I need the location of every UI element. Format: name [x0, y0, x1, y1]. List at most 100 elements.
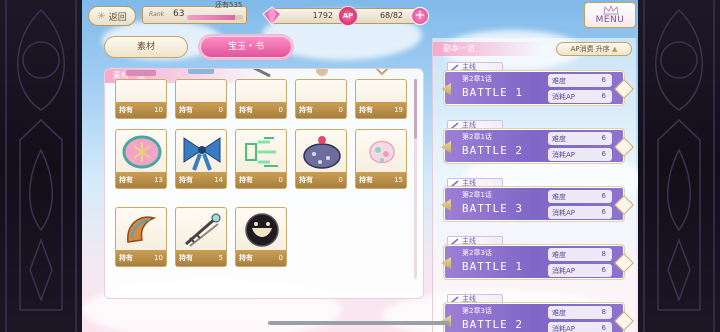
difficulty-label: 难度 — [552, 251, 566, 259]
material-item[interactable]: 持有 15 — [355, 129, 407, 189]
owned-count: 14 — [214, 176, 223, 184]
owned-label: 持有 — [359, 176, 373, 184]
material-icon — [188, 69, 214, 74]
owned-label: 持有 — [119, 106, 133, 114]
material-item[interactable]: 持有 10 — [115, 207, 167, 267]
card-ornament — [441, 141, 451, 153]
material-item[interactable]: 持有 5 — [175, 207, 227, 267]
back-label: 返回 — [108, 12, 127, 23]
card-ornament — [441, 83, 451, 95]
difficulty-value: 8 — [601, 308, 606, 316]
difficulty-row: 难度 6 — [548, 132, 612, 145]
difficulty-label: 难度 — [552, 309, 566, 317]
owned-count: 0 — [278, 106, 283, 114]
owned-count: 0 — [338, 106, 343, 114]
owned-label: 持有 — [299, 176, 313, 184]
ap-cost-label: 消耗AP — [552, 209, 576, 217]
material-icon — [126, 70, 156, 76]
quest-chapter: 第2章3话 — [462, 249, 492, 257]
material-icon — [316, 69, 328, 76]
quest-panel: 副本一览 AP消费 升序 ▲ 主线 第2章1话 BATTLE 1 难度 6 消耗… — [432, 38, 636, 332]
quest-title: BATTLE 3 — [462, 202, 523, 215]
material-item[interactable]: 持有 19 — [355, 69, 407, 119]
ap-cost-row: 消耗AP 6 — [548, 90, 612, 103]
ap-cost-value: 6 — [601, 150, 606, 158]
quest-card[interactable]: 主线 第2章3话 BATTLE 1 难度 8 消耗AP 6 — [437, 236, 634, 282]
quest-card-body[interactable]: 第2章1话 BATTLE 2 难度 6 消耗AP 6 — [441, 128, 634, 164]
ap-cost-row: 消耗AP 6 — [548, 264, 612, 277]
jeweled-pouch-icon — [303, 136, 341, 169]
quest-list-header: 副本一览 — [433, 42, 543, 56]
material-item[interactable]: 持有 13 — [115, 129, 167, 189]
tab-gems-books-label: 宝玉・书 — [227, 42, 264, 52]
quest-card-body[interactable]: 第2章3话 BATTLE 2 难度 8 消耗AP 6 — [441, 302, 634, 332]
quest-card-body[interactable]: 第2章1话 BATTLE 3 难度 6 消耗AP 6 — [441, 186, 634, 222]
owned-label: 持有 — [179, 176, 193, 184]
left-ornament-pillar — [0, 0, 82, 332]
gem-value: 1792 — [312, 11, 333, 20]
quest-card-body[interactable]: 第2章3话 BATTLE 1 难度 8 消耗AP 6 — [441, 244, 634, 280]
diamond-arrow-icon — [614, 253, 634, 273]
rank-progress-bar — [187, 15, 243, 20]
difficulty-row: 难度 6 — [548, 74, 612, 87]
material-item[interactable]: 持有 14 — [175, 129, 227, 189]
add-ap-button[interactable]: + — [411, 7, 429, 25]
owned-count: 10 — [154, 106, 163, 114]
owned-count: 0 — [218, 106, 223, 114]
rank-label: Rank — [149, 11, 165, 18]
sort-button[interactable]: AP消费 升序 ▲ — [556, 42, 632, 56]
ornate-keys-icon — [185, 213, 221, 247]
ap-cost-label: 消耗AP — [552, 151, 576, 159]
rank-remaining-exp: 还有535 — [215, 1, 243, 9]
game-screen: ✳ 返回 Rank 63 还有535 1792 + AP 68/82 + — [82, 0, 638, 332]
quest-card[interactable]: 主线 第2章1话 BATTLE 1 难度 6 消耗AP 6 — [437, 62, 634, 108]
ap-cost-row: 消耗AP 6 — [548, 148, 612, 161]
sort-order: 升序 — [595, 45, 610, 53]
material-item[interactable]: 持有 10 — [115, 70, 167, 119]
pink-rune-coin-icon — [122, 135, 162, 169]
owned-label: 持有 — [179, 106, 193, 114]
owned-label: 持有 — [119, 254, 133, 262]
owned-count: 0 — [278, 176, 283, 184]
tab-gems-books[interactable]: 宝玉・书 — [200, 36, 292, 58]
top-bar: ✳ 返回 Rank 63 还有535 1792 + AP 68/82 + — [82, 0, 638, 32]
blue-ribbon-icon — [183, 137, 221, 171]
quest-card-body[interactable]: 第2章1话 BATTLE 1 难度 6 消耗AP 6 — [441, 70, 634, 106]
materials-panel: 素材一览 持有10 持有0 持有0 持有0 持有19 — [104, 68, 424, 299]
owned-label: 持有 — [239, 106, 253, 114]
back-button[interactable]: ✳ 返回 — [88, 6, 136, 26]
ap-cost-label: 消耗AP — [552, 267, 576, 275]
material-item[interactable]: 持有 0 — [175, 69, 227, 119]
quest-chapter: 第2章1话 — [462, 191, 492, 199]
owned-count: 5 — [218, 254, 223, 262]
binary-chip-icon — [245, 137, 278, 167]
tab-materials[interactable]: 素材 — [104, 36, 188, 58]
menu-label: MENU — [595, 15, 625, 25]
material-item[interactable]: 持有 0 — [235, 69, 287, 119]
quest-card[interactable]: 主线 第2章3话 BATTLE 2 难度 8 消耗AP 6 — [437, 294, 634, 332]
card-ornament — [441, 257, 451, 269]
owned-count: 19 — [394, 106, 403, 114]
material-item[interactable]: 持有 0 — [235, 207, 287, 267]
ap-cost-value: 6 — [601, 92, 606, 100]
quest-card[interactable]: 主线 第2章1话 BATTLE 2 难度 6 消耗AP 6 — [437, 120, 634, 166]
rank-value: 63 — [173, 9, 185, 19]
difficulty-value: 6 — [601, 134, 606, 142]
home-indicator[interactable] — [268, 321, 450, 325]
diamond-arrow-icon — [614, 311, 634, 331]
ap-cost-value: 6 — [601, 266, 606, 274]
ap-counter: AP 68/82 + — [338, 6, 429, 26]
owned-label: 持有 — [239, 254, 253, 262]
quest-card[interactable]: 主线 第2章1话 BATTLE 3 难度 6 消耗AP 6 — [437, 178, 634, 224]
material-item[interactable]: 持有 0 — [235, 129, 287, 189]
menu-button[interactable]: MENU — [584, 2, 636, 28]
ap-cost-label: 消耗AP — [552, 325, 576, 332]
owned-label: 持有 — [119, 176, 133, 184]
rank-progress-fill — [187, 15, 235, 20]
material-item[interactable]: 持有 0 — [295, 129, 347, 189]
material-icon — [375, 69, 389, 76]
quest-title: BATTLE 2 — [462, 144, 523, 157]
material-item[interactable]: 持有 0 — [295, 69, 347, 119]
materials-scrollbar[interactable] — [414, 79, 417, 279]
diamond-arrow-icon — [614, 79, 634, 99]
